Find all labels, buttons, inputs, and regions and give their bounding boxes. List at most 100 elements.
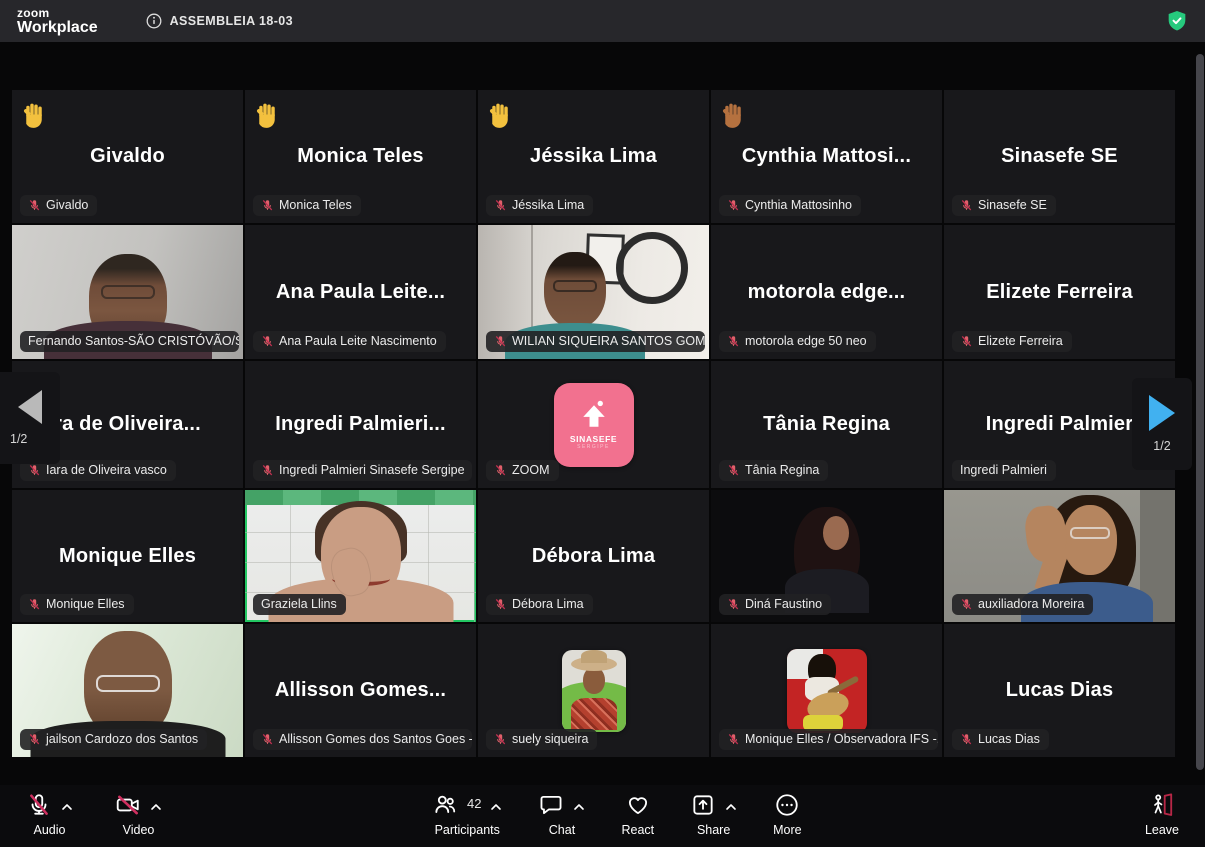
video-muted-icon — [115, 792, 141, 823]
participant-label-chip: Cynthia Mattosinho — [719, 195, 861, 216]
participant-grid: GivaldoGivaldoMonica TelesMonica TelesJé… — [12, 90, 1175, 757]
participant-label: Jéssika Lima — [512, 198, 584, 212]
mic-muted-icon — [727, 335, 740, 348]
participant-tile[interactable]: Tânia ReginaTânia Regina — [711, 361, 942, 488]
participant-tile[interactable]: suely siqueira — [478, 624, 709, 757]
mic-muted-icon — [727, 733, 740, 746]
audio-button[interactable]: Audio — [26, 793, 73, 837]
raised-hand-icon — [720, 100, 747, 129]
chat-icon — [538, 792, 564, 823]
participant-label: Elizete Ferreira — [978, 334, 1063, 348]
participant-tile[interactable]: jailson Cardozo dos Santos — [12, 624, 243, 757]
participant-tile[interactable]: GivaldoGivaldo — [12, 90, 243, 223]
mic-muted-icon — [28, 464, 41, 477]
participant-label: Débora Lima — [512, 597, 584, 611]
mic-muted-icon — [960, 199, 973, 212]
participant-tile[interactable]: Monique EllesMonique Elles — [12, 490, 243, 622]
participant-tile[interactable]: Fernando Santos-SÃO CRISTÓVÃO/SE — [12, 225, 243, 359]
participant-label-chip: Monique Elles — [20, 594, 134, 615]
participant-tile[interactable]: WILIAN SIQUEIRA SANTOS GOMES — [478, 225, 709, 359]
glasses-shape — [96, 675, 160, 692]
share-icon — [690, 792, 716, 823]
participants-button[interactable]: 42Participants — [432, 793, 502, 837]
participant-tile[interactable]: Sinasefe SESinasefe SE — [944, 90, 1175, 223]
participant-label-chip: Tânia Regina — [719, 460, 828, 481]
mic-muted-icon — [28, 199, 41, 212]
participant-tile[interactable]: Cynthia Mattosi...Cynthia Mattosinho — [711, 90, 942, 223]
participant-label: Monique Elles — [46, 597, 125, 611]
more-button[interactable]: More — [773, 793, 801, 837]
mic-muted-icon — [960, 598, 973, 611]
raised-hand-icon — [21, 100, 48, 129]
participant-tile[interactable]: Ana Paula Leite...Ana Paula Leite Nascim… — [245, 225, 476, 359]
next-page-button[interactable]: 1/2 — [1132, 378, 1192, 470]
previous-page-button[interactable]: 1/2 — [0, 372, 60, 464]
participant-label-chip: Allisson Gomes dos Santos Goes -... — [253, 729, 472, 750]
participant-tile[interactable]: SINASEFESERGIPEZOOM — [478, 361, 709, 488]
participant-tile[interactable]: Graziela Llins — [245, 490, 476, 622]
participant-label: suely siqueira — [512, 732, 588, 746]
share-options-caret[interactable] — [725, 798, 737, 816]
participant-label-chip: Monica Teles — [253, 195, 361, 216]
participant-label-chip: suely siqueira — [486, 729, 597, 750]
participant-label: Ana Paula Leite Nascimento — [279, 334, 437, 348]
participant-label: auxiliadora Moreira — [978, 597, 1084, 611]
scrollbar[interactable] — [1196, 54, 1204, 770]
participant-tile[interactable]: Ingredi Palmieri...Ingredi Palmieri Sina… — [245, 361, 476, 488]
react-button[interactable]: React — [621, 793, 654, 837]
chevron-left-icon — [18, 390, 42, 424]
participant-tile[interactable]: motorola edge...motorola edge 50 neo — [711, 225, 942, 359]
participant-label-chip: ZOOM — [486, 460, 559, 481]
chat-options-caret[interactable] — [573, 798, 585, 816]
participant-tile[interactable]: Monica TelesMonica Teles — [245, 90, 476, 223]
security-shield-icon[interactable] — [1167, 10, 1187, 32]
participant-label-chip: auxiliadora Moreira — [952, 594, 1093, 615]
participant-tile[interactable]: Monique Elles / Observadora IFS -... — [711, 624, 942, 757]
info-icon — [146, 13, 162, 29]
chat-button[interactable]: Chat — [538, 793, 585, 837]
audio-options-caret[interactable] — [61, 798, 73, 816]
gallery-view: GivaldoGivaldoMonica TelesMonica TelesJé… — [0, 42, 1205, 785]
participant-label-chip: motorola edge 50 neo — [719, 331, 876, 352]
logo-workplace-text: Workplace — [17, 20, 98, 36]
video-options-caret[interactable] — [150, 798, 162, 816]
page-indicator-right: 1/2 — [1153, 439, 1170, 453]
participant-label-chip: Diná Faustino — [719, 594, 831, 615]
participant-label: Monique Elles / Observadora IFS -... — [745, 732, 938, 746]
participant-label-chip: WILIAN SIQUEIRA SANTOS GOMES — [486, 331, 705, 352]
participant-tile[interactable]: Allisson Gomes...Allisson Gomes dos Sant… — [245, 624, 476, 757]
mic-muted-icon — [28, 733, 41, 746]
video-button[interactable]: Video — [115, 793, 162, 837]
profile-photo-avatar — [787, 649, 867, 733]
participant-label: Ingredi Palmieri Sinasefe Sergipe — [279, 463, 465, 477]
participant-label-chip: Givaldo — [20, 195, 97, 216]
participants-options-caret[interactable] — [490, 798, 502, 816]
top-bar: zoom Workplace ASSEMBLEIA 18-03 — [0, 0, 1205, 42]
participant-tile[interactable]: Débora LimaDébora Lima — [478, 490, 709, 622]
meeting-info[interactable]: ASSEMBLEIA 18-03 — [146, 13, 293, 29]
participant-tile[interactable]: Elizete FerreiraElizete Ferreira — [944, 225, 1175, 359]
sinasefe-arrow-icon — [576, 399, 612, 433]
participant-label: Allisson Gomes dos Santos Goes -... — [279, 732, 472, 746]
meeting-toolbar: Audio Video 42Participants Chat React Share… — [0, 785, 1205, 847]
participant-tile[interactable]: Lucas DiasLucas Dias — [944, 624, 1175, 757]
participant-tile[interactable]: auxiliadora Moreira — [944, 490, 1175, 622]
chevron-right-icon — [1149, 395, 1175, 431]
mic-muted-icon — [261, 199, 274, 212]
participant-label-chip: Monique Elles / Observadora IFS -... — [719, 729, 938, 750]
leave-button[interactable]: Leave — [1145, 793, 1179, 837]
mic-muted-icon — [26, 792, 52, 823]
mic-muted-icon — [261, 335, 274, 348]
participant-label: motorola edge 50 neo — [745, 334, 867, 348]
participant-label: Fernando Santos-SÃO CRISTÓVÃO/SE — [28, 334, 239, 348]
profile-photo-avatar — [562, 650, 626, 732]
glasses-shape — [101, 285, 155, 299]
mic-muted-icon — [261, 464, 274, 477]
participants-icon — [432, 792, 458, 823]
meeting-title: ASSEMBLEIA 18-03 — [170, 14, 293, 28]
mic-muted-icon — [727, 598, 740, 611]
participant-tile[interactable]: Diná Faustino — [711, 490, 942, 622]
mic-muted-icon — [494, 335, 507, 348]
participant-tile[interactable]: Jéssika LimaJéssika Lima — [478, 90, 709, 223]
share-button[interactable]: Share — [690, 793, 737, 837]
